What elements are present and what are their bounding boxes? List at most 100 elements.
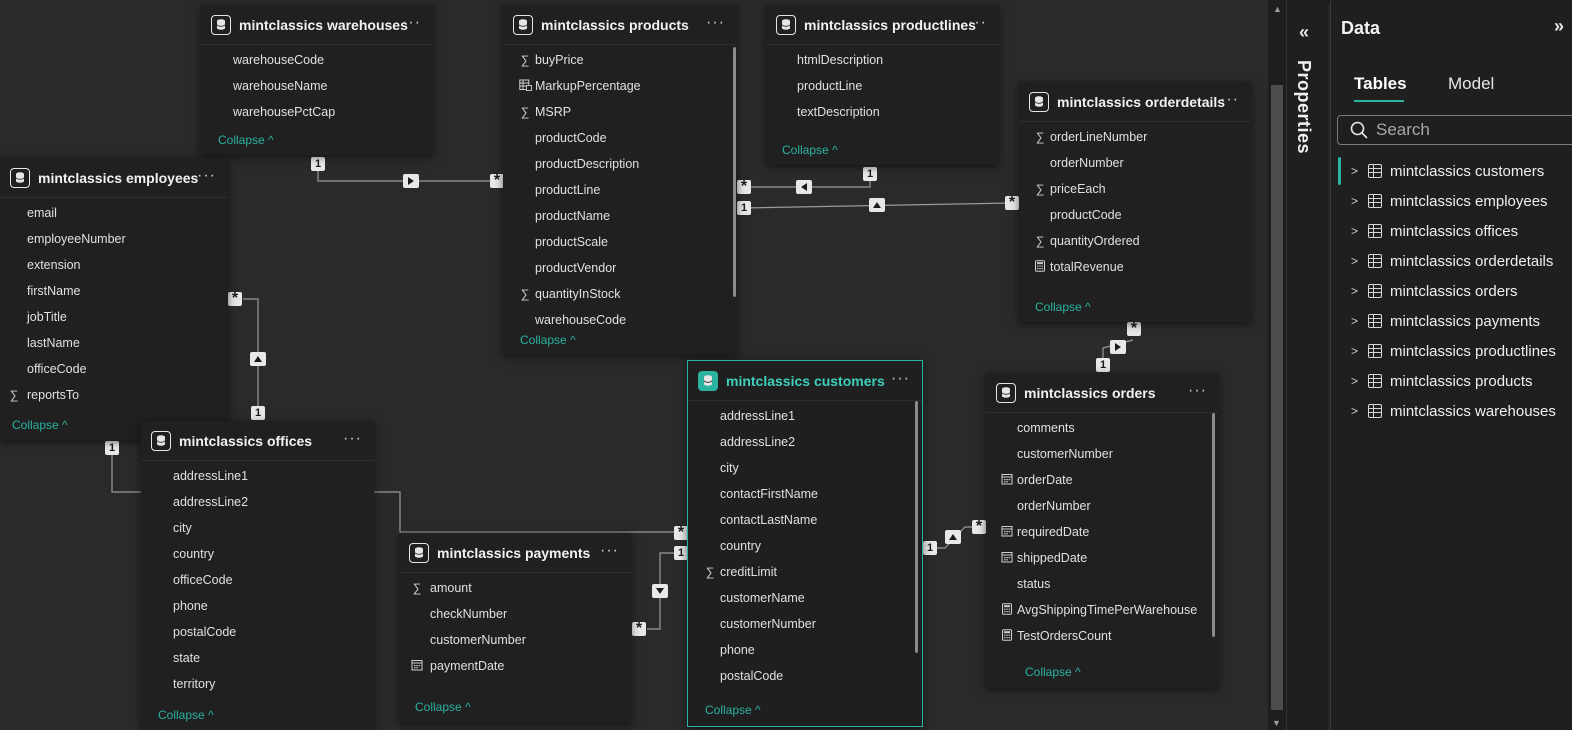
field-row[interactable]: orderDate	[986, 467, 1219, 493]
chevron-right-icon[interactable]: >	[1351, 164, 1358, 178]
field-row[interactable]: postalCode	[141, 619, 374, 645]
data-pane-table-item[interactable]: > mintclassics orderdetails	[1331, 246, 1572, 276]
search-input[interactable]	[1376, 120, 1556, 140]
chevron-right-icon[interactable]: >	[1351, 254, 1358, 268]
more-options-icon[interactable]: ···	[1220, 91, 1239, 109]
properties-pane-collapsed[interactable]: « Properties	[1286, 0, 1328, 730]
field-row[interactable]: addressLine1	[141, 463, 374, 489]
field-row[interactable]: country	[141, 541, 374, 567]
field-row[interactable]: addressLine2	[141, 489, 374, 515]
field-row[interactable]: productVendor	[503, 255, 737, 281]
table-card-orders[interactable]: mintclassics orders ··· comments customerNu…	[986, 373, 1219, 688]
field-row[interactable]: warehouseCode	[503, 307, 737, 333]
field-row[interactable]: country	[688, 533, 922, 559]
field-row[interactable]: customerName	[688, 585, 922, 611]
table-card-header[interactable]: mintclassics customers ···	[688, 361, 922, 401]
field-row[interactable]: postalCode	[688, 663, 922, 689]
field-row[interactable]: productCode	[1019, 202, 1251, 228]
field-row[interactable]: textDescription	[766, 99, 999, 125]
field-row[interactable]: firstName	[0, 278, 228, 304]
field-row[interactable]: ∑ MSRP	[503, 99, 737, 125]
scroll-up-icon[interactable]: ▲	[1273, 4, 1282, 14]
field-row[interactable]: customerNumber	[986, 441, 1219, 467]
data-pane-table-item[interactable]: > mintclassics warehouses	[1331, 396, 1572, 426]
field-row[interactable]: phone	[688, 637, 922, 663]
field-row[interactable]: comments	[986, 415, 1219, 441]
field-row[interactable]: phone	[141, 593, 374, 619]
canvas-vertical-scrollbar[interactable]: ▲ ▼	[1268, 0, 1286, 730]
card-scrollbar[interactable]	[915, 401, 918, 653]
field-row[interactable]: AvgShippingTimePerWarehouse	[986, 597, 1219, 623]
field-row[interactable]: ∑ reportsTo	[0, 382, 228, 408]
collapse-link[interactable]: Collapse ^	[705, 703, 761, 717]
table-card-header[interactable]: mintclassics productlines ···	[766, 5, 999, 45]
scrollbar-thumb[interactable]	[1271, 85, 1283, 710]
chevron-right-icon[interactable]: >	[1351, 284, 1358, 298]
table-card-payments[interactable]: mintclassics payments ··· ∑ amount checkNumb…	[399, 533, 631, 723]
chevron-right-icon[interactable]: >	[1351, 224, 1358, 238]
field-row[interactable]: productLine	[503, 177, 737, 203]
data-pane-table-item[interactable]: > mintclassics employees	[1331, 186, 1572, 216]
chevron-right-icon[interactable]: >	[1351, 344, 1358, 358]
field-row[interactable]: extension	[0, 252, 228, 278]
field-row[interactable]: orderNumber	[1019, 150, 1251, 176]
more-options-icon[interactable]: ···	[706, 14, 725, 32]
field-row[interactable]: city	[141, 515, 374, 541]
collapse-link[interactable]: Collapse ^	[415, 700, 471, 714]
field-row[interactable]: customerNumber	[688, 611, 922, 637]
expand-properties-icon[interactable]: «	[1299, 22, 1309, 43]
table-card-header[interactable]: mintclassics orderdetails ···	[1019, 82, 1251, 122]
field-row[interactable]: ∑ amount	[399, 575, 631, 601]
field-row[interactable]: ∑ quantityInStock	[503, 281, 737, 307]
more-options-icon[interactable]: ···	[1188, 382, 1207, 400]
table-card-header[interactable]: mintclassics payments ···	[399, 533, 631, 573]
field-row[interactable]: ∑ orderLineNumber	[1019, 124, 1251, 150]
field-row[interactable]: jobTitle	[0, 304, 228, 330]
data-pane-table-item[interactable]: > mintclassics customers	[1331, 156, 1572, 186]
table-card-offices[interactable]: mintclassics offices ··· addressLine1 addre…	[141, 421, 374, 730]
more-options-icon[interactable]: ···	[968, 14, 987, 32]
field-row[interactable]: shippedDate	[986, 545, 1219, 571]
data-pane-table-item[interactable]: > mintclassics productlines	[1331, 336, 1572, 366]
field-row[interactable]: requiredDate	[986, 519, 1219, 545]
field-row[interactable]: warehousePctCap	[201, 99, 433, 125]
table-card-header[interactable]: mintclassics warehouses ···	[201, 5, 433, 45]
collapse-link[interactable]: Collapse ^	[12, 418, 68, 432]
field-row[interactable]: contactLastName	[688, 507, 922, 533]
field-row[interactable]: customerNumber	[399, 627, 631, 653]
more-options-icon[interactable]: ···	[402, 14, 421, 32]
data-pane-table-item[interactable]: > mintclassics products	[1331, 366, 1572, 396]
field-row[interactable]: productName	[503, 203, 737, 229]
collapse-link[interactable]: Collapse ^	[1025, 665, 1081, 679]
field-row[interactable]: productDescription	[503, 151, 737, 177]
field-row[interactable]: ∑ quantityOrdered	[1019, 228, 1251, 254]
field-row[interactable]: ∑ creditLimit	[688, 559, 922, 585]
properties-pane-label[interactable]: Properties	[1293, 60, 1314, 154]
field-row[interactable]: productScale	[503, 229, 737, 255]
model-canvas[interactable]: 1 * 1 * 1 * * 1 1 * 1 * 1 * * 1 mintclas…	[0, 0, 1268, 730]
more-options-icon[interactable]: ···	[891, 370, 910, 388]
table-card-header[interactable]: mintclassics orders ···	[986, 373, 1219, 413]
table-card-products[interactable]: mintclassics products ··· ∑ buyPrice MarkupP…	[503, 5, 737, 355]
card-scrollbar[interactable]	[1212, 413, 1215, 637]
chevron-right-icon[interactable]: >	[1351, 194, 1358, 208]
field-row[interactable]: territory	[141, 671, 374, 697]
field-row[interactable]: city	[688, 455, 922, 481]
data-pane-table-item[interactable]: > mintclassics payments	[1331, 306, 1572, 336]
card-scrollbar[interactable]	[733, 47, 736, 297]
table-card-productlines[interactable]: mintclassics productlines ··· htmlDescript…	[766, 5, 999, 165]
table-card-header[interactable]: mintclassics employees ···	[0, 158, 228, 198]
field-row[interactable]: paymentDate	[399, 653, 631, 679]
field-row[interactable]: productCode	[503, 125, 737, 151]
field-row[interactable]: state	[141, 645, 374, 671]
field-row[interactable]: lastName	[0, 330, 228, 356]
more-options-icon[interactable]: ···	[343, 430, 362, 448]
field-row[interactable]: ∑ buyPrice	[503, 47, 737, 73]
more-options-icon[interactable]: ···	[600, 542, 619, 560]
collapse-link[interactable]: Collapse ^	[1035, 300, 1091, 314]
field-row[interactable]: addressLine1	[688, 403, 922, 429]
field-row[interactable]: htmlDescription	[766, 47, 999, 73]
table-card-customers[interactable]: mintclassics customers ··· addressLine1 add…	[687, 360, 923, 727]
chevron-right-icon[interactable]: >	[1351, 314, 1358, 328]
field-row[interactable]: employeeNumber	[0, 226, 228, 252]
